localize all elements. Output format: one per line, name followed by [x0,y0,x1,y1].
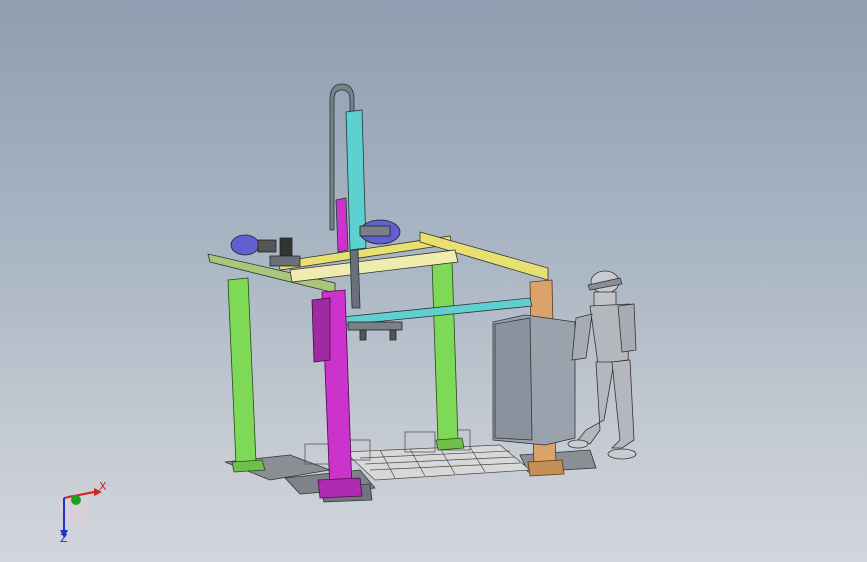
z-axis-label: Z [60,532,68,545]
cabinet[interactable] [492,314,576,446]
orientation-triad[interactable]: X Y Z [48,478,118,548]
y-axis-label: Y [69,493,77,506]
left-front-post[interactable] [227,277,266,473]
x-axis-label: X [99,480,107,493]
human-figure[interactable] [567,270,637,460]
3d-viewport[interactable]: X Y Z [0,0,867,562]
gantry-robot-model[interactable] [0,0,867,562]
left-rear-post[interactable] [431,259,465,451]
pallet[interactable] [344,444,531,481]
